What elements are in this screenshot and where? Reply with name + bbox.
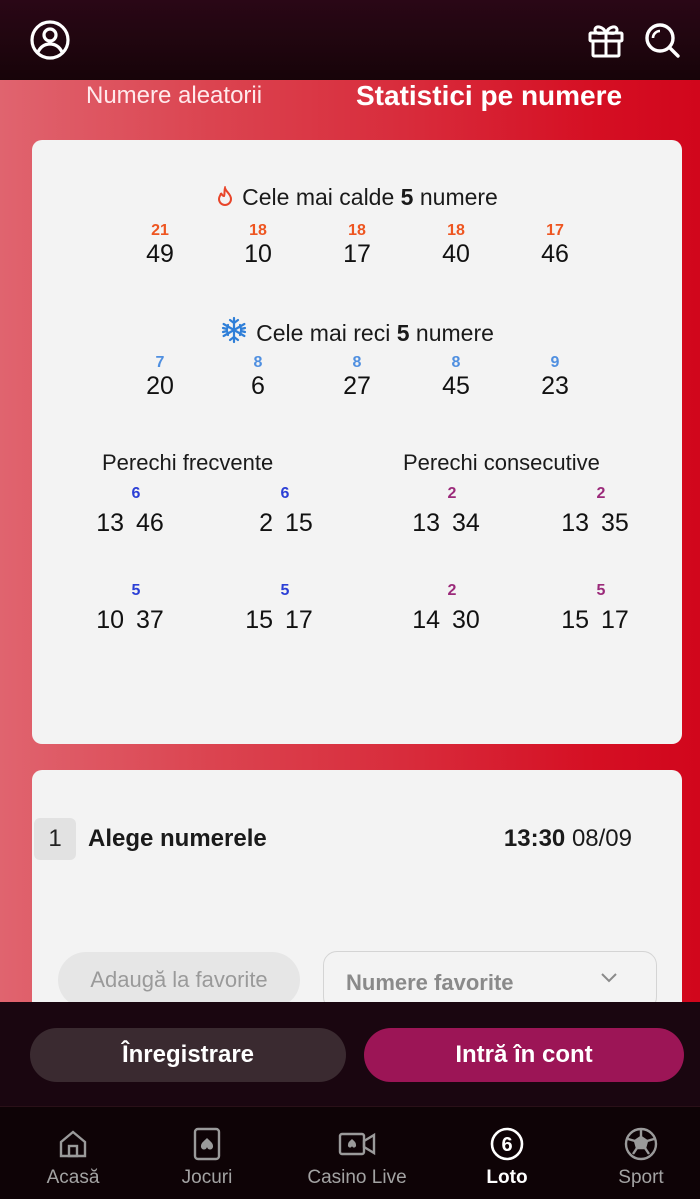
hot-number: 18 10 xyxy=(244,222,272,268)
cold-number: 7 20 xyxy=(146,354,174,400)
cold-number: 8 45 xyxy=(442,354,470,400)
frequent-pair: 13 6 46 xyxy=(96,485,164,537)
consecutive-pair: 15 5 17 xyxy=(561,582,629,634)
cold-number: 8 6 xyxy=(251,354,265,400)
auth-action-bar: Înregistrare Intră în cont xyxy=(0,1002,700,1106)
loto-ball-icon: 6 xyxy=(490,1127,524,1161)
cold-number: 9 23 xyxy=(541,354,569,400)
frequent-pair: 2 6 15 xyxy=(259,485,313,537)
hot-number: 18 17 xyxy=(343,222,371,268)
hot-number: 17 46 xyxy=(541,222,569,268)
frequent-pair: 10 5 37 xyxy=(96,582,164,634)
cold-number: 8 27 xyxy=(343,354,371,400)
account-icon[interactable] xyxy=(28,18,72,62)
frequent-pairs-title: Perechi frecvente xyxy=(102,450,274,475)
statistics-card: Cele mai calde 5 numere 21 49 18 10 18 1… xyxy=(32,140,682,744)
tab-number-statistics[interactable]: Statistici pe numere xyxy=(356,80,622,112)
favorite-numbers-value: Numere favorite xyxy=(346,970,514,995)
add-to-favorites-button[interactable]: Adaugă la favorite xyxy=(58,952,300,1008)
hot-numbers-title: Cele mai calde 5 numere xyxy=(32,184,682,211)
nav-item-loto[interactable]: 6 Loto xyxy=(437,1107,577,1199)
draw-time: 13:30 08/09 xyxy=(503,825,632,852)
consecutive-pairs-title: Perechi consecutive xyxy=(403,450,600,475)
hot-number: 18 40 xyxy=(442,222,470,268)
chevron-down-icon xyxy=(601,973,617,983)
nav-item-home[interactable]: Acasă xyxy=(3,1107,143,1199)
bottom-navigation: Acasă Jocuri Casino Live 6 Loto Sport xyxy=(0,1106,700,1199)
consecutive-pair: 14 2 30 xyxy=(412,582,480,634)
cold-numbers-title: Cele mai reci 5 numere xyxy=(32,316,682,347)
register-button[interactable]: Înregistrare xyxy=(30,1028,346,1082)
consecutive-pair: 13 2 35 xyxy=(561,485,629,537)
search-icon[interactable] xyxy=(640,18,684,62)
home-icon xyxy=(59,1130,87,1158)
consecutive-pair: 13 2 34 xyxy=(412,485,480,537)
tab-random-numbers[interactable]: Numere aleatorii xyxy=(86,82,262,110)
top-bar xyxy=(0,0,700,80)
svg-text:6: 6 xyxy=(501,1134,512,1156)
nav-item-casino-live[interactable]: Casino Live xyxy=(287,1107,427,1199)
nav-item-games[interactable]: Jocuri xyxy=(137,1107,277,1199)
snowflake-icon xyxy=(222,316,247,344)
soccer-ball-icon xyxy=(624,1127,658,1161)
hot-number: 21 49 xyxy=(146,222,174,268)
step-badge: 1 xyxy=(34,818,76,860)
nav-item-sport[interactable]: Sport xyxy=(571,1107,700,1199)
live-camera-icon xyxy=(338,1132,376,1156)
step-title: Alege numerele xyxy=(88,825,267,852)
gift-icon[interactable] xyxy=(584,18,628,62)
flame-icon xyxy=(218,184,233,206)
cards-icon xyxy=(193,1127,221,1161)
frequent-pair: 15 5 17 xyxy=(245,582,313,634)
login-button[interactable]: Intră în cont xyxy=(364,1028,684,1082)
